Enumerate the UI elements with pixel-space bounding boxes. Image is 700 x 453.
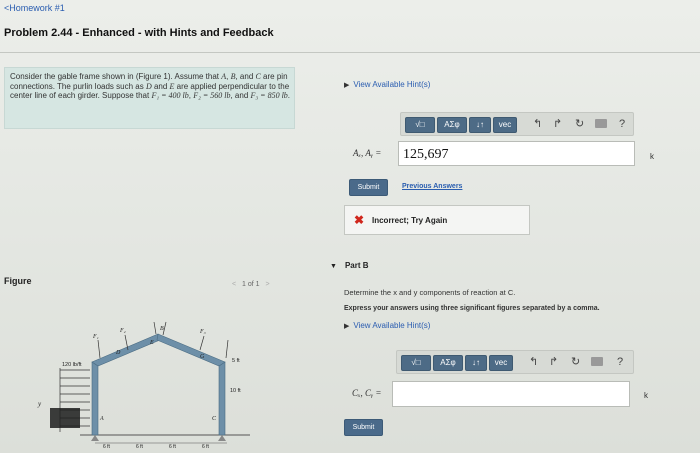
label-e: E — [149, 340, 154, 346]
problem-statement-box: Consider the gable frame shown in (Figur… — [4, 67, 295, 129]
f1-value: F₁ = 400 lb — [151, 91, 189, 101]
subscript-superscript-button[interactable]: ↓↑ — [465, 355, 487, 371]
spacing-label: 6 ft — [202, 444, 210, 450]
help-icon[interactable]: ? — [619, 116, 625, 132]
sqrt-template-button[interactable]: √□ — [401, 355, 431, 371]
part-a-variable-label: Aₓ, Aᵧ = — [353, 148, 382, 158]
next-figure-button[interactable]: > — [266, 281, 270, 288]
figure-page-count: 1 of 1 — [242, 281, 260, 288]
part-a-hints-label: View Available Hint(s) — [353, 80, 431, 89]
redo-icon[interactable]: ↱ — [553, 116, 562, 132]
spacing-label: 6 ft — [169, 444, 177, 450]
problem-text-segment: , and — [235, 72, 256, 81]
support-c-icon — [218, 435, 226, 441]
vector-button[interactable]: vec — [489, 355, 513, 371]
figure-pager: < 1 of 1 > — [232, 281, 270, 288]
part-b-answer-input[interactable] — [392, 381, 630, 407]
part-b-hints-label: View Available Hint(s) — [353, 321, 431, 330]
problem-text-segment: Consider the gable frame shown in ( — [10, 72, 139, 81]
part-b-math-toolbar: √□ AΣφ ↓↑ vec ↰ ↱ ↻ ? — [396, 350, 634, 374]
feedback-text: Incorrect; Try Again — [372, 216, 448, 225]
part-b-instructions: Express your answers using three signifi… — [344, 305, 600, 312]
greek-symbols-button[interactable]: AΣφ — [433, 355, 463, 371]
label-f3: F₃ — [199, 329, 206, 335]
back-to-homework-link[interactable]: <Homework #1 — [4, 3, 65, 13]
spacing-label: 6 ft — [136, 444, 144, 450]
header-divider — [0, 52, 700, 53]
label-f1: F₁ — [92, 334, 99, 340]
subscript-superscript-button[interactable]: ↓↑ — [469, 117, 491, 133]
problem-statement: Consider the gable frame shown in (Figur… — [10, 72, 292, 101]
part-a-unit: k — [650, 152, 654, 161]
feedback-box: ✖ Incorrect; Try Again — [344, 205, 530, 235]
part-b-header[interactable]: ▼ Part B — [330, 261, 369, 270]
spacing-label: 6 ft — [103, 444, 111, 450]
keyboard-icon[interactable] — [595, 119, 607, 128]
label-b: B — [160, 326, 164, 332]
collapse-triangle-icon: ▼ — [330, 263, 337, 270]
incorrect-icon: ✖ — [354, 213, 365, 227]
part-a-hints-link[interactable]: ▶ View Available Hint(s) — [344, 80, 430, 89]
support-a-icon — [91, 435, 99, 441]
page: <Homework #1 Problem 2.44 - Enhanced - w… — [0, 0, 700, 453]
part-a-math-toolbar: √□ AΣφ ↓↑ vec ↰ ↱ ↻ ? — [400, 112, 634, 136]
part-b-variable-label: Cₓ, Cᵧ = — [352, 388, 382, 398]
previous-answers-link[interactable]: Previous Answers — [402, 183, 462, 190]
keyboard-icon[interactable] — [591, 357, 603, 366]
figure-link[interactable]: Figure 1 — [139, 72, 168, 81]
gable-frame-figure: 120 lb/ft y F₁ F₂ F₃ D E B G A C 5 ft 10… — [37, 321, 250, 450]
label-d: D — [115, 350, 121, 356]
help-icon[interactable]: ? — [617, 354, 623, 370]
redo-icon[interactable]: ↱ — [549, 354, 558, 370]
greek-symbols-button[interactable]: AΣφ — [437, 117, 467, 133]
expand-triangle-icon: ▶ — [344, 82, 350, 89]
reset-icon[interactable]: ↻ — [571, 354, 580, 370]
label-f2: F₂ — [119, 328, 126, 334]
label-g: G — [200, 354, 205, 360]
undo-icon[interactable]: ↰ — [529, 354, 538, 370]
undo-icon[interactable]: ↰ — [533, 116, 542, 132]
sqrt-template-button[interactable]: √□ — [405, 117, 435, 133]
problem-text-segment: , and — [230, 91, 251, 101]
height-top-label: 5 ft — [232, 358, 240, 364]
part-a-answer-input[interactable]: 125,697 — [398, 141, 635, 166]
problem-text-segment: and — [151, 81, 170, 91]
load-label: 120 lb/ft — [62, 362, 82, 368]
figure-label: Figure — [4, 276, 32, 286]
label-a: A — [99, 416, 104, 422]
y-axis-label: y — [37, 400, 42, 408]
f3-value: F₃ = 850 lb — [250, 91, 288, 101]
left-column — [91, 361, 99, 436]
part-b-title: Part B — [344, 261, 369, 270]
problem-title: Problem 2.44 - Enhanced - with Hints and… — [4, 27, 274, 39]
hatched-wall — [50, 408, 80, 428]
right-girder — [156, 333, 226, 367]
reset-icon[interactable]: ↻ — [575, 116, 584, 132]
part-b-prompt: Determine the x and y components of reac… — [344, 288, 516, 297]
part-b-submit-button[interactable]: Submit — [344, 419, 383, 436]
prev-figure-button[interactable]: < — [232, 281, 236, 288]
problem-text-segment: ). Assume that — [167, 72, 222, 81]
right-column — [218, 361, 226, 436]
part-a-submit-button[interactable]: Submit — [349, 179, 388, 196]
height-side-label: 10 ft — [230, 388, 241, 394]
label-c: C — [212, 416, 217, 422]
part-b-unit: k — [644, 391, 648, 400]
part-b-hints-link[interactable]: ▶ View Available Hint(s) — [344, 321, 430, 330]
vector-button[interactable]: vec — [493, 117, 517, 133]
expand-triangle-icon: ▶ — [344, 323, 350, 330]
problem-text-segment: . — [287, 91, 291, 101]
f2-value: F₂ = 560 lb — [193, 91, 231, 101]
